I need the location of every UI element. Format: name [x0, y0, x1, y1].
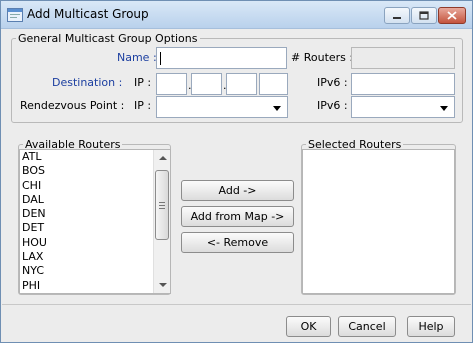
remove-button[interactable]: <- Remove — [181, 232, 294, 253]
list-item[interactable]: BOS — [20, 164, 170, 178]
close-icon — [447, 11, 457, 20]
grip-line — [159, 205, 165, 206]
scroll-down-icon[interactable] — [159, 283, 167, 287]
ip-octet-4-input[interactable] — [259, 73, 288, 95]
grip-line — [159, 208, 165, 209]
chevron-down-icon — [440, 106, 448, 111]
ip-octet-2-input[interactable] — [191, 73, 222, 95]
close-button[interactable] — [438, 7, 466, 24]
chevron-down-icon — [273, 106, 281, 111]
minimize-icon — [393, 16, 401, 19]
name-input[interactable] — [156, 47, 287, 69]
rp-ipv6-label: IPv6 : — [317, 99, 348, 112]
title-bar[interactable]: Add Multicast Group — [1, 1, 472, 29]
cancel-button[interactable]: Cancel — [338, 316, 396, 337]
ok-button[interactable]: OK — [286, 316, 331, 337]
minimize-button[interactable] — [384, 7, 410, 24]
add-multicast-group-dialog: Add Multicast Group General Multicast Gr… — [0, 0, 473, 343]
list-item[interactable]: CHI — [20, 179, 170, 193]
list-item[interactable]: PHI — [20, 279, 170, 293]
rp-ip-label: IP : — [134, 99, 152, 112]
ip-octet-1-input[interactable] — [156, 73, 187, 95]
destination-ipv6-label: IPv6 : — [317, 76, 348, 89]
routers-count-label: # Routers : — [291, 51, 354, 64]
selected-routers-list[interactable] — [302, 149, 455, 294]
name-label: Name : — [117, 51, 157, 64]
rp-ip-dropdown[interactable] — [156, 96, 288, 118]
routers-count-field — [351, 47, 455, 69]
available-routers-scrollbar[interactable] — [153, 150, 170, 293]
maximize-button[interactable] — [411, 7, 437, 24]
list-item[interactable]: DAL — [20, 193, 170, 207]
list-item[interactable]: DEN — [20, 207, 170, 221]
window-title: Add Multicast Group — [27, 7, 149, 21]
add-from-map-button[interactable]: Add from Map -> — [181, 206, 294, 227]
list-item[interactable]: HOU — [20, 236, 170, 250]
destination-label: Destination : — [52, 76, 123, 89]
destination-ip-label: IP : — [134, 76, 152, 89]
app-icon — [7, 8, 23, 22]
help-button[interactable]: Help — [407, 316, 455, 337]
available-routers-items: ATL BOS CHI DAL DEN DET HOU LAX NYC PHI — [20, 150, 170, 293]
scroll-up-icon[interactable] — [159, 156, 167, 160]
divider — [2, 304, 471, 305]
available-routers-list[interactable]: ATL BOS CHI DAL DEN DET HOU LAX NYC PHI — [19, 149, 171, 294]
list-item[interactable]: DET — [20, 221, 170, 235]
scrollbar-thumb[interactable] — [155, 170, 169, 240]
add-button[interactable]: Add -> — [181, 180, 294, 201]
general-options-legend: General Multicast Group Options — [18, 32, 198, 45]
list-item[interactable]: NYC — [20, 264, 170, 278]
list-item[interactable]: ATL — [20, 150, 170, 164]
grip-line — [159, 202, 165, 203]
text-caret — [160, 52, 161, 65]
list-item[interactable]: LAX — [20, 250, 170, 264]
maximize-icon — [419, 11, 429, 20]
rp-ipv6-dropdown[interactable] — [351, 96, 455, 118]
destination-ipv6-input[interactable] — [351, 73, 455, 95]
ip-octet-3-input[interactable] — [226, 73, 257, 95]
rendezvous-point-label: Rendezvous Point : — [20, 99, 125, 112]
